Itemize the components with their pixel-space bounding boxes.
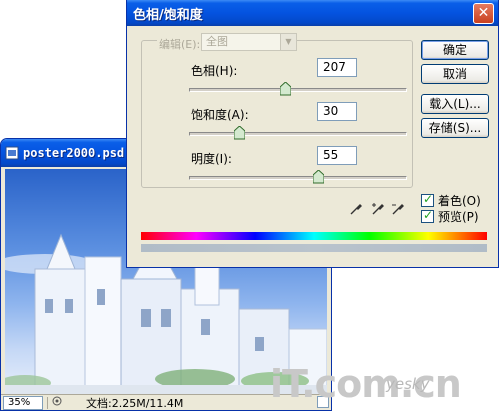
colorize-checkbox[interactable]: ✓ <box>421 192 434 207</box>
checkmark-icon: ✓ <box>423 192 434 206</box>
output-spectrum-bar <box>141 244 487 252</box>
lightness-slider-thumb[interactable] <box>313 170 324 184</box>
save-button[interactable]: 存储(S)... <box>421 118 489 138</box>
edit-select[interactable]: 全图 ▼ <box>201 33 297 51</box>
document-title: poster2000.psd @ <box>23 146 139 160</box>
cancel-button[interactable]: 取消 <box>421 64 489 84</box>
eyedropper-icon[interactable] <box>349 202 363 216</box>
eyedropper-minus-icon[interactable] <box>391 202 405 216</box>
zoom-field[interactable]: 35% <box>3 395 43 410</box>
chevron-down-icon: ▼ <box>280 34 296 50</box>
edit-label: 编辑(E): <box>157 36 203 52</box>
hue-saturation-dialog: 色相/饱和度 ✕ 编辑(E): 全图 ▼ 色相(H): 207 饱和度(A): … <box>126 0 499 268</box>
watermark-subtext: yesky <box>386 375 430 393</box>
watermark-logo: iT.com.cn <box>270 362 462 406</box>
dialog-titlebar[interactable]: 色相/饱和度 ✕ <box>127 0 498 26</box>
status-divider <box>47 396 48 409</box>
colorize-label: 着色(O) <box>438 194 481 208</box>
saturation-slider-thumb[interactable] <box>234 126 245 140</box>
load-button[interactable]: 载入(L)... <box>421 94 489 114</box>
dialog-title: 色相/饱和度 <box>133 7 203 23</box>
hue-slider-thumb[interactable] <box>280 82 291 96</box>
saturation-slider-track[interactable] <box>189 132 407 136</box>
lightness-label: 明度(I): <box>191 152 232 166</box>
status-menu-icon[interactable] <box>52 396 62 409</box>
saturation-label: 饱和度(A): <box>191 108 249 122</box>
saturation-input[interactable]: 30 <box>317 102 357 121</box>
hue-label: 色相(H): <box>191 64 238 78</box>
adjustment-group <box>141 40 413 188</box>
input-spectrum-bar <box>141 232 487 240</box>
edit-select-value: 全图 <box>206 35 228 48</box>
document-info: 文档:2.25M/11.4M <box>86 396 184 410</box>
colorize-checkbox-row[interactable]: ✓ 着色(O) <box>421 192 481 209</box>
hue-slider-track[interactable] <box>189 88 407 92</box>
lightness-slider-track[interactable] <box>189 176 407 180</box>
eyedropper-plus-icon[interactable] <box>371 202 385 216</box>
photoshop-doc-icon <box>5 146 19 160</box>
ok-button[interactable]: 确定 <box>421 40 489 60</box>
preview-checkbox-row[interactable]: ✓ 预览(P) <box>421 208 479 225</box>
lightness-input[interactable]: 55 <box>317 146 357 165</box>
checkmark-icon: ✓ <box>423 208 434 222</box>
close-button[interactable]: ✕ <box>473 3 494 24</box>
hue-input[interactable]: 207 <box>317 58 357 77</box>
preview-checkbox[interactable]: ✓ <box>421 208 434 223</box>
preview-label: 预览(P) <box>438 210 479 224</box>
